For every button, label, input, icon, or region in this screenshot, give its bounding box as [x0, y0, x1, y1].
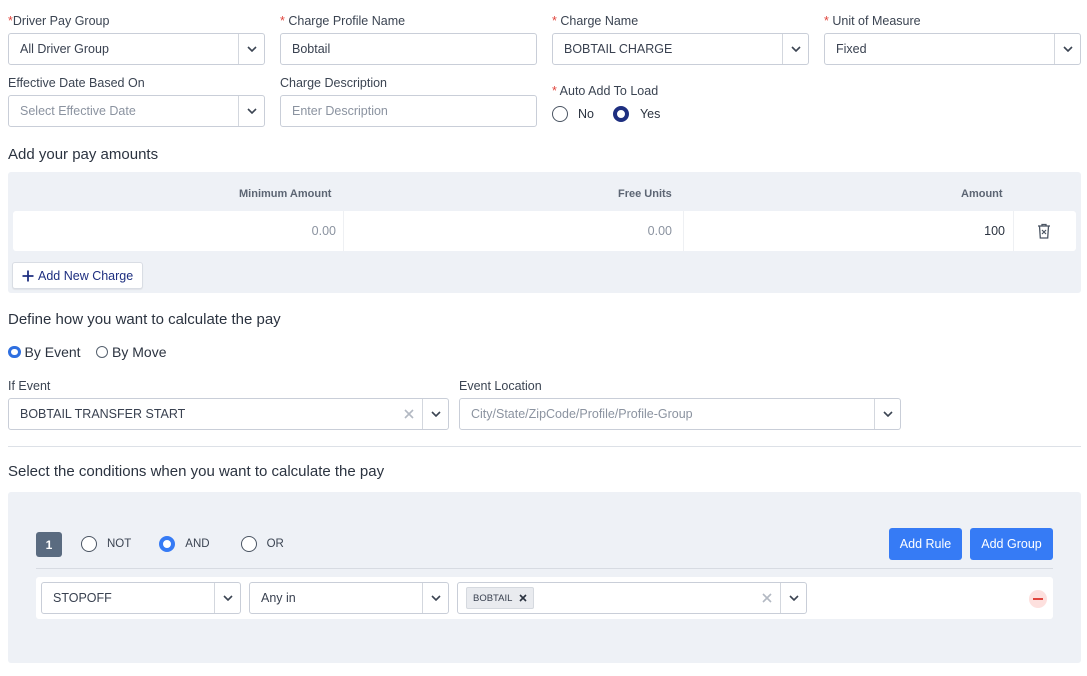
tag-remove-icon[interactable]	[519, 594, 527, 602]
charge-profile-name-label: * Charge Profile Name	[280, 14, 406, 28]
charge-profile-name-input[interactable]: Bobtail	[280, 33, 537, 65]
operator-radio-group: NOT AND OR	[81, 536, 284, 552]
remove-rule-icon[interactable]	[1029, 590, 1047, 608]
or-label: OR	[266, 538, 284, 550]
calculate-title: Define how you want to calculate the pay	[8, 311, 281, 328]
effective-date-label: Effective Date Based On	[8, 76, 145, 90]
trash-icon[interactable]	[1037, 223, 1051, 244]
not-radio[interactable]	[81, 536, 97, 552]
add-new-charge-button[interactable]: Add New Charge	[12, 262, 143, 289]
by-move-radio[interactable]	[95, 345, 109, 359]
auto-add-no-radio[interactable]	[552, 106, 568, 122]
rule-field-select[interactable]: STOPOFF	[41, 582, 241, 614]
add-group-button[interactable]: Add Group	[970, 528, 1053, 560]
chevron-down-icon[interactable]	[423, 399, 448, 429]
unit-of-measure-label: * Unit of Measure	[824, 14, 921, 28]
by-event-radio[interactable]	[8, 345, 21, 359]
chevron-down-icon[interactable]	[239, 34, 264, 64]
rule-value-multiselect[interactable]: BOBTAIL	[457, 582, 807, 614]
and-radio[interactable]	[159, 536, 176, 552]
auto-add-yes-label: Yes	[639, 107, 661, 121]
driver-pay-group-label: *Driver Pay Group	[8, 14, 110, 28]
clear-icon[interactable]	[396, 399, 422, 429]
auto-add-label: * Auto Add To Load	[552, 84, 659, 98]
if-event-label: If Event	[8, 379, 51, 393]
column-header-amount: Amount	[961, 188, 1003, 200]
if-event-select[interactable]: BOBTAIL TRANSFER START	[8, 398, 449, 430]
divider	[8, 446, 1081, 447]
auto-add-no-label: No	[578, 107, 594, 121]
minimum-amount-input[interactable]: 0.00	[13, 211, 336, 251]
group-index-badge: 1	[36, 532, 62, 557]
plus-icon	[22, 270, 34, 282]
pay-amounts-title: Add your pay amounts	[8, 146, 159, 163]
effective-date-select[interactable]: Select Effective Date	[8, 95, 265, 127]
free-units-input[interactable]: 0.00	[344, 211, 672, 251]
chevron-down-icon[interactable]	[781, 583, 806, 613]
chevron-down-icon[interactable]	[215, 583, 240, 613]
charge-description-label: Charge Description	[280, 76, 387, 90]
charge-name-label: * Charge Name	[552, 14, 639, 28]
driver-pay-group-select[interactable]: All Driver Group	[8, 33, 265, 65]
conditions-title: Select the conditions when you want to c…	[8, 463, 385, 480]
chevron-down-icon[interactable]	[423, 583, 448, 613]
group-divider	[36, 568, 1053, 569]
clear-icon[interactable]	[754, 583, 780, 613]
chevron-down-icon[interactable]	[875, 399, 900, 429]
chevron-down-icon[interactable]	[783, 34, 808, 64]
and-label: AND	[185, 538, 210, 550]
by-event-label: By Event	[24, 344, 81, 360]
by-move-label: By Move	[112, 344, 167, 360]
not-label: NOT	[107, 538, 132, 550]
calculate-radio-group: By Event By Move	[8, 344, 167, 360]
auto-add-radio-group: No Yes	[552, 106, 660, 122]
event-location-label: Event Location	[459, 379, 542, 393]
amount-input[interactable]: 100	[684, 211, 1005, 251]
column-header-minimum-amount: Minimum Amount	[239, 188, 332, 200]
chevron-down-icon[interactable]	[1055, 34, 1080, 64]
unit-of-measure-select[interactable]: Fixed	[824, 33, 1081, 65]
event-location-select[interactable]: City/State/ZipCode/Profile/Profile-Group	[459, 398, 901, 430]
charge-description-input[interactable]: Enter Description	[280, 95, 537, 127]
column-header-free-units: Free Units	[618, 188, 672, 200]
rule-operator-select[interactable]: Any in	[249, 582, 449, 614]
add-rule-button[interactable]: Add Rule	[889, 528, 962, 560]
auto-add-yes-radio[interactable]	[612, 106, 629, 122]
charge-name-select[interactable]: BOBTAIL CHARGE	[552, 33, 809, 65]
or-radio[interactable]	[240, 536, 257, 552]
value-tag: BOBTAIL	[466, 587, 535, 609]
chevron-down-icon[interactable]	[239, 96, 264, 126]
